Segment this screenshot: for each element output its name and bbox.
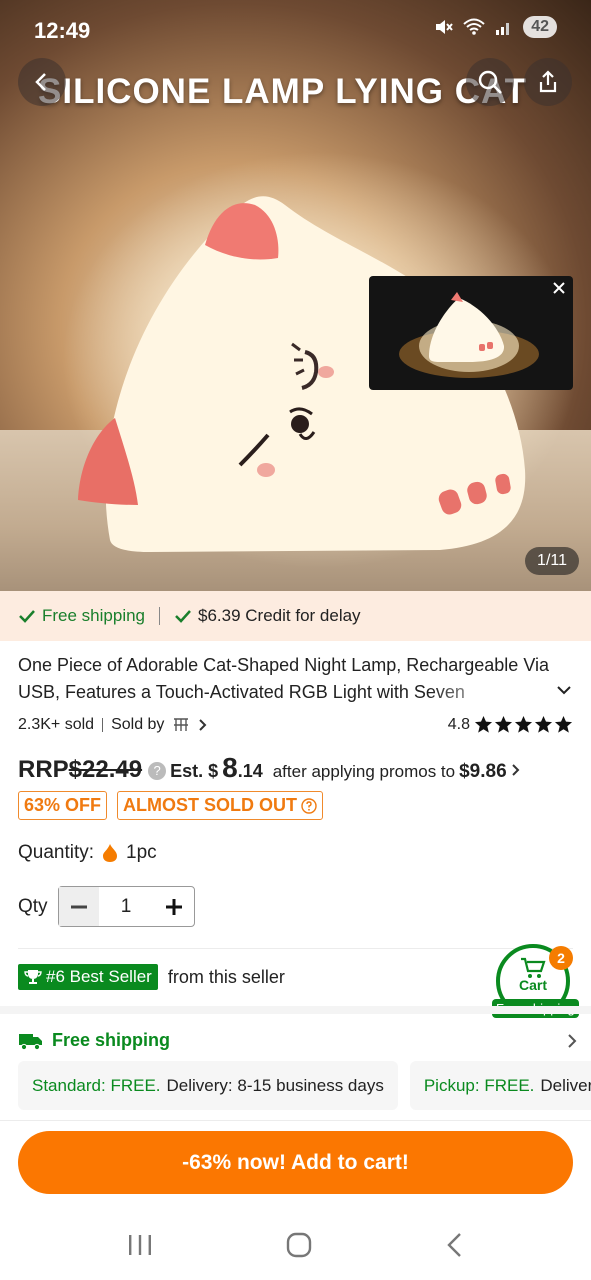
star-icon — [554, 715, 573, 733]
section-divider — [0, 1006, 591, 1014]
flame-icon — [103, 844, 118, 862]
recent-apps-icon[interactable] — [127, 1233, 153, 1257]
rrp-label: RRP — [18, 756, 69, 783]
search-icon — [478, 70, 502, 94]
chevron-right-icon[interactable] — [509, 763, 521, 777]
search-button[interactable] — [466, 58, 514, 106]
best-seller-row[interactable]: #6 Best Seller from this seller — [18, 964, 285, 990]
shipping-heading: Free shipping — [52, 1030, 171, 1050]
check-icon — [19, 610, 35, 623]
free-shipping-text: Free shipping — [42, 606, 146, 625]
store-icon[interactable] — [172, 717, 190, 733]
shipping-option-detail: Delivery: 8-15 business days — [166, 1075, 384, 1095]
best-seller-subtext: from this seller — [167, 966, 285, 987]
signal-icon — [496, 23, 510, 35]
back-icon[interactable] — [445, 1232, 465, 1258]
est-price-major: 8 — [222, 752, 238, 783]
sold-by-label[interactable]: Sold by — [111, 716, 164, 734]
price-row[interactable]: RRP $22.49 ? Est. $ 8 .14 after applying… — [18, 752, 578, 784]
quantity-stepper[interactable]: 1 — [57, 886, 195, 927]
info-icon[interactable]: ? — [148, 762, 167, 780]
star-icon — [514, 715, 533, 733]
system-nav-bar — [0, 1210, 591, 1280]
quantity-value[interactable]: 1 — [99, 896, 154, 918]
qty-label: Qty — [18, 895, 48, 917]
badges: 63% OFF ALMOST SOLD OUT — [18, 791, 324, 820]
shipping-option-detail: Delivery: 8-15 business days — [540, 1075, 591, 1095]
minus-icon — [70, 905, 87, 908]
chevron-right-icon[interactable] — [196, 718, 208, 732]
promo-price: $9.86 — [459, 761, 507, 782]
chevron-left-icon — [35, 73, 46, 91]
title-fade — [430, 679, 550, 706]
sales-row: 2.3K+ sold Sold by 4.8 — [18, 715, 573, 734]
close-icon[interactable] — [549, 278, 569, 298]
stock-text: ALMOST SOLD OUT — [123, 795, 298, 815]
chevron-right-icon[interactable] — [566, 1033, 578, 1049]
plus-icon — [165, 898, 182, 915]
share-icon — [539, 70, 557, 93]
home-icon[interactable] — [286, 1232, 312, 1258]
divider — [0, 1120, 591, 1121]
promo-text: after applying promos to — [272, 762, 456, 781]
best-seller-text: #6 Best Seller — [46, 967, 152, 986]
hero-banner-title: SILICONE LAMP LYING CAT — [38, 72, 528, 111]
est-label: Est. $ — [170, 761, 219, 781]
trophy-icon — [24, 970, 42, 984]
credit-delay-text: $6.39 Credit for delay — [198, 606, 361, 625]
benefit-bar[interactable]: Free shipping $6.39 Credit for delay — [0, 591, 591, 641]
qty-row: Qty 1 — [18, 886, 195, 927]
status-icons: 42 — [433, 16, 557, 38]
quantity-label: Quantity: — [18, 842, 95, 863]
mute-icon — [436, 20, 453, 34]
sold-count: 2.3K+ sold — [18, 715, 95, 733]
quantity-row: Quantity: 1pc — [18, 842, 157, 864]
add-to-cart-button[interactable]: -63% now! Add to cart! — [18, 1131, 573, 1194]
shipping-options: Standard: FREE. Delivery: 8-15 business … — [18, 1061, 591, 1110]
star-icon — [494, 715, 513, 733]
rrp-price: $22.49 — [68, 756, 143, 783]
check-icon — [175, 610, 191, 623]
star-icon — [534, 715, 553, 733]
est-price-minor: .14 — [237, 761, 263, 781]
pack-size: 1pc — [126, 842, 157, 863]
divider — [18, 948, 573, 949]
increase-button[interactable] — [154, 887, 194, 926]
battery-level: 42 — [523, 16, 557, 38]
shipping-option-pickup[interactable]: Pickup: FREE. Delivery: 8-15 business da… — [409, 1061, 591, 1110]
wifi-icon — [463, 18, 485, 35]
discount-text: 63% OFF — [24, 795, 102, 815]
cart-label: Cart — [518, 977, 547, 993]
star-icon — [474, 715, 493, 733]
stock-badge[interactable]: ALMOST SOLD OUT — [117, 791, 324, 820]
video-thumbnail[interactable] — [369, 276, 573, 390]
shipping-option-standard[interactable]: Standard: FREE. Delivery: 8-15 business … — [18, 1061, 398, 1110]
divider — [159, 607, 161, 625]
decrease-button[interactable] — [58, 887, 99, 926]
status-time: 12:49 — [34, 18, 91, 43]
share-button[interactable] — [524, 58, 572, 106]
chevron-down-icon[interactable] — [555, 683, 573, 697]
cart-count-badge: 2 — [549, 946, 573, 970]
shipping-option-label: Pickup: FREE. — [423, 1075, 535, 1095]
rating-value: 4.8 — [447, 715, 470, 733]
rating[interactable]: 4.8 — [448, 715, 573, 734]
discount-badge: 63% OFF — [18, 791, 108, 820]
divider — [102, 717, 104, 732]
cart-icon — [521, 957, 546, 978]
help-icon — [301, 797, 317, 814]
rating-stars — [474, 715, 573, 734]
shipping-header[interactable]: Free shipping — [18, 1030, 578, 1051]
best-seller-badge: #6 Best Seller — [18, 964, 158, 990]
shipping-option-label: Standard: FREE. — [32, 1075, 161, 1095]
truck-icon — [19, 1033, 42, 1050]
video-preview-image — [399, 292, 539, 378]
back-button[interactable] — [18, 58, 66, 106]
image-counter: 1/11 — [525, 547, 579, 575]
